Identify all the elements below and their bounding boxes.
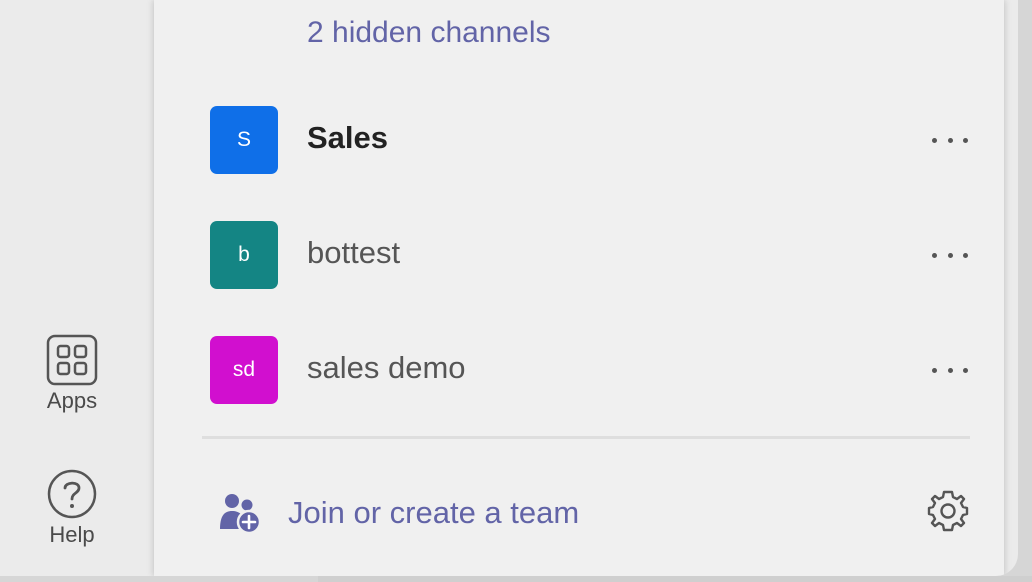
apps-button[interactable]: Apps [0,334,144,414]
manage-teams-settings-button[interactable] [926,489,970,538]
teams-panel: 2 hidden channels S Sales b bottest sd s… [154,0,1004,576]
help-icon [47,469,97,519]
help-button[interactable]: Help [0,468,144,548]
more-options-icon[interactable] [932,126,968,154]
hidden-channels-link[interactable]: 2 hidden channels [307,16,551,50]
gear-icon [927,490,969,532]
team-avatar: S [210,106,278,174]
team-initials: S [236,128,251,151]
apps-label: Apps [46,388,98,413]
more-options-icon[interactable] [932,356,968,384]
apps-grid-icon [46,334,98,386]
team-avatar: sd [210,336,278,404]
help-label: Help [49,522,95,547]
join-team-icon [220,494,262,535]
team-item-sales[interactable]: S Sales [154,106,1004,176]
teams-window: Apps Help 2 hidden channels S Sales b bo… [0,0,1018,576]
team-name: Sales [307,120,389,155]
more-options-icon[interactable] [932,241,968,269]
team-name: bottest [307,235,401,270]
join-or-create-team-button[interactable]: Join or create a team [218,490,579,536]
team-item-sales-demo[interactable]: sd sales demo [154,336,1004,406]
team-initials: b [238,243,250,266]
team-item-bottest[interactable]: b bottest [154,221,1004,291]
app-rail: Apps Help [0,0,154,576]
divider [202,436,970,439]
background-window-edge [318,576,1032,582]
team-name: sales demo [307,350,466,385]
team-initials: sd [232,358,256,381]
team-avatar: b [210,221,278,289]
join-team-label: Join or create a team [288,495,580,530]
